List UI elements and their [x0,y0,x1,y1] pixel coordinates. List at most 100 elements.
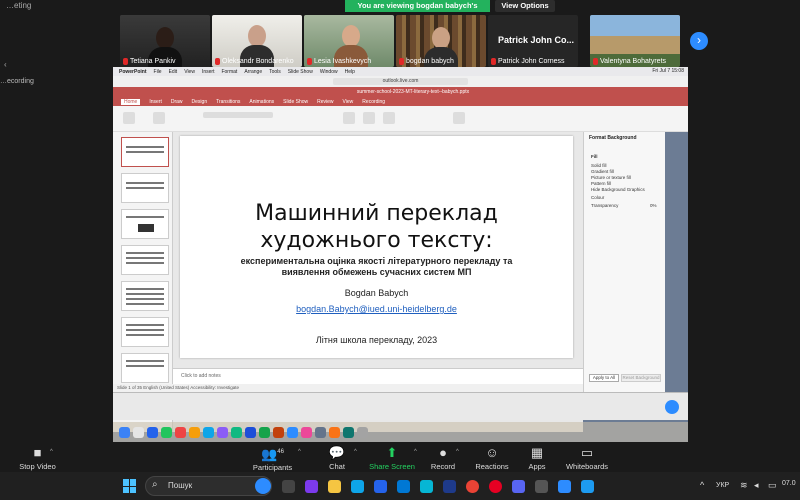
chevron-up-icon[interactable]: ^ [456,449,459,455]
textbox-icon[interactable] [383,112,395,124]
menu-item[interactable]: Arrange [244,69,262,75]
app-icon[interactable] [581,480,594,493]
chevron-up-icon[interactable]: ^ [354,449,357,455]
taskbar-search[interactable] [145,476,272,496]
apps-button[interactable]: ▦ Apps [522,446,552,471]
whiteboards-button[interactable]: ▭ Whiteboards [562,446,612,471]
tab-transitions[interactable]: Transitions [216,99,240,105]
pattern-fill-option[interactable]: Pattern fill [591,181,611,186]
zoom-taskbar-icon[interactable] [558,480,571,493]
messages-icon[interactable] [161,426,172,438]
slide-thumbnail[interactable] [121,137,169,167]
stop-video-button[interactable]: ■ Stop Video [15,446,60,471]
slide-email-link[interactable]: bogdan.Babych@iued.uni-heidelberg.de [180,304,573,314]
new-slide-icon[interactable] [153,112,165,124]
app-icon[interactable] [301,426,312,438]
tab-recording[interactable]: Recording [362,99,385,105]
participant-tile[interactable]: Tetiana Pankiv [120,15,210,67]
tab-review[interactable]: Review [317,99,333,105]
paste-icon[interactable] [123,112,135,124]
trash-icon[interactable] [357,426,368,438]
battery-icon[interactable]: ▭ [768,480,777,491]
participant-tile[interactable]: bogdan babych [396,15,486,67]
participant-tile[interactable]: Patrick John Co... Patrick John Corness [488,15,578,67]
teams-icon[interactable] [305,480,318,493]
settings-icon[interactable] [315,426,326,438]
menu-item[interactable]: Format [221,69,237,75]
language-indicator[interactable]: УКР [716,482,729,489]
tab-design[interactable]: Design [192,99,208,105]
app-icon[interactable] [217,426,228,438]
participant-tile[interactable]: Oleksandr Bondarenko [212,15,302,67]
share-screen-button[interactable]: ⬆ Share Screen [368,446,416,471]
chevron-up-icon[interactable]: ^ [298,449,301,455]
pinterest-icon[interactable] [489,480,502,493]
chevron-up-icon[interactable]: ^ [50,449,53,455]
powerpoint-icon[interactable] [273,426,284,438]
arrange-icon[interactable] [453,112,465,124]
edge-icon[interactable] [351,480,364,493]
excel-icon[interactable] [259,426,270,438]
gallery-next-icon[interactable]: › [690,32,708,50]
menu-item[interactable]: Window [320,69,338,75]
participant-tile[interactable]: Valentyna Bohatyrets [590,15,680,67]
chat-button[interactable]: 💬 Chat [322,446,352,471]
finder-icon[interactable] [119,426,130,438]
zoom-icon[interactable] [287,426,298,438]
apply-to-all-button[interactable]: Apply to All [589,374,619,382]
reset-background-button[interactable]: Reset Background [621,374,661,382]
wifi-icon[interactable]: ≋ [740,480,748,491]
transparency-value[interactable]: 0% [650,203,657,208]
chrome-icon[interactable] [466,480,479,493]
slide-thumbnail[interactable] [121,317,169,347]
picture-icon[interactable] [343,112,355,124]
menu-app[interactable]: PowerPoint [119,69,147,75]
menu-item[interactable]: Tools [269,69,281,75]
tab-animations[interactable]: Animations [249,99,274,105]
current-slide[interactable]: Машинний переклад художнього тексту: екс… [180,136,573,358]
store-icon[interactable] [374,480,387,493]
slide-thumbnail[interactable] [121,209,169,239]
system-clock[interactable]: 07.0 [782,480,796,487]
app-icon[interactable] [535,480,548,493]
menu-item[interactable]: View [184,69,195,75]
tab-slide-show[interactable]: Slide Show [283,99,308,105]
menu-item[interactable]: Insert [202,69,215,75]
hide-graphics-checkbox[interactable]: Hide Background Graphics [591,187,645,192]
menu-item[interactable]: Slide Show [288,69,313,75]
participants-button[interactable]: 👥46 Participants [250,446,295,472]
slide-thumbnail[interactable] [121,173,169,203]
font-select[interactable] [203,112,273,118]
url-field[interactable]: outlook.live.com [333,78,468,85]
slide-thumbnail[interactable] [121,245,169,275]
app-icon[interactable] [329,426,340,438]
menu-item[interactable]: File [154,69,162,75]
tab-insert[interactable]: Insert [149,99,162,105]
discord-icon[interactable] [512,480,525,493]
tab-view[interactable]: View [343,99,354,105]
slide-thumbnail[interactable] [121,281,169,311]
app-icon[interactable] [231,426,242,438]
shapes-icon[interactable] [363,112,375,124]
app-icon[interactable] [343,426,354,438]
chevron-left-icon[interactable]: ‹ [4,60,7,69]
notes-icon[interactable] [189,426,200,438]
gradient-fill-option[interactable]: Gradient fill [591,169,614,174]
picture-fill-option[interactable]: Picture or texture fill [591,175,631,180]
app-icon[interactable] [443,480,456,493]
slide-thumbnail[interactable] [121,353,169,383]
help-icon[interactable] [665,400,679,414]
word-icon[interactable] [245,426,256,438]
tab-draw[interactable]: Draw [171,99,183,105]
view-options-button[interactable]: View Options [495,0,555,12]
solid-fill-option[interactable]: Solid fill [591,163,607,168]
search-highlight-icon[interactable] [255,478,271,494]
tab-home[interactable]: Home [121,99,141,105]
record-button[interactable]: ● Record [428,446,458,471]
windows-start-icon[interactable] [123,479,137,493]
task-view-icon[interactable] [282,480,295,493]
menu-item[interactable]: Help [345,69,355,75]
mail-icon[interactable] [203,426,214,438]
launchpad-icon[interactable] [133,426,144,438]
app-icon[interactable] [420,480,433,493]
